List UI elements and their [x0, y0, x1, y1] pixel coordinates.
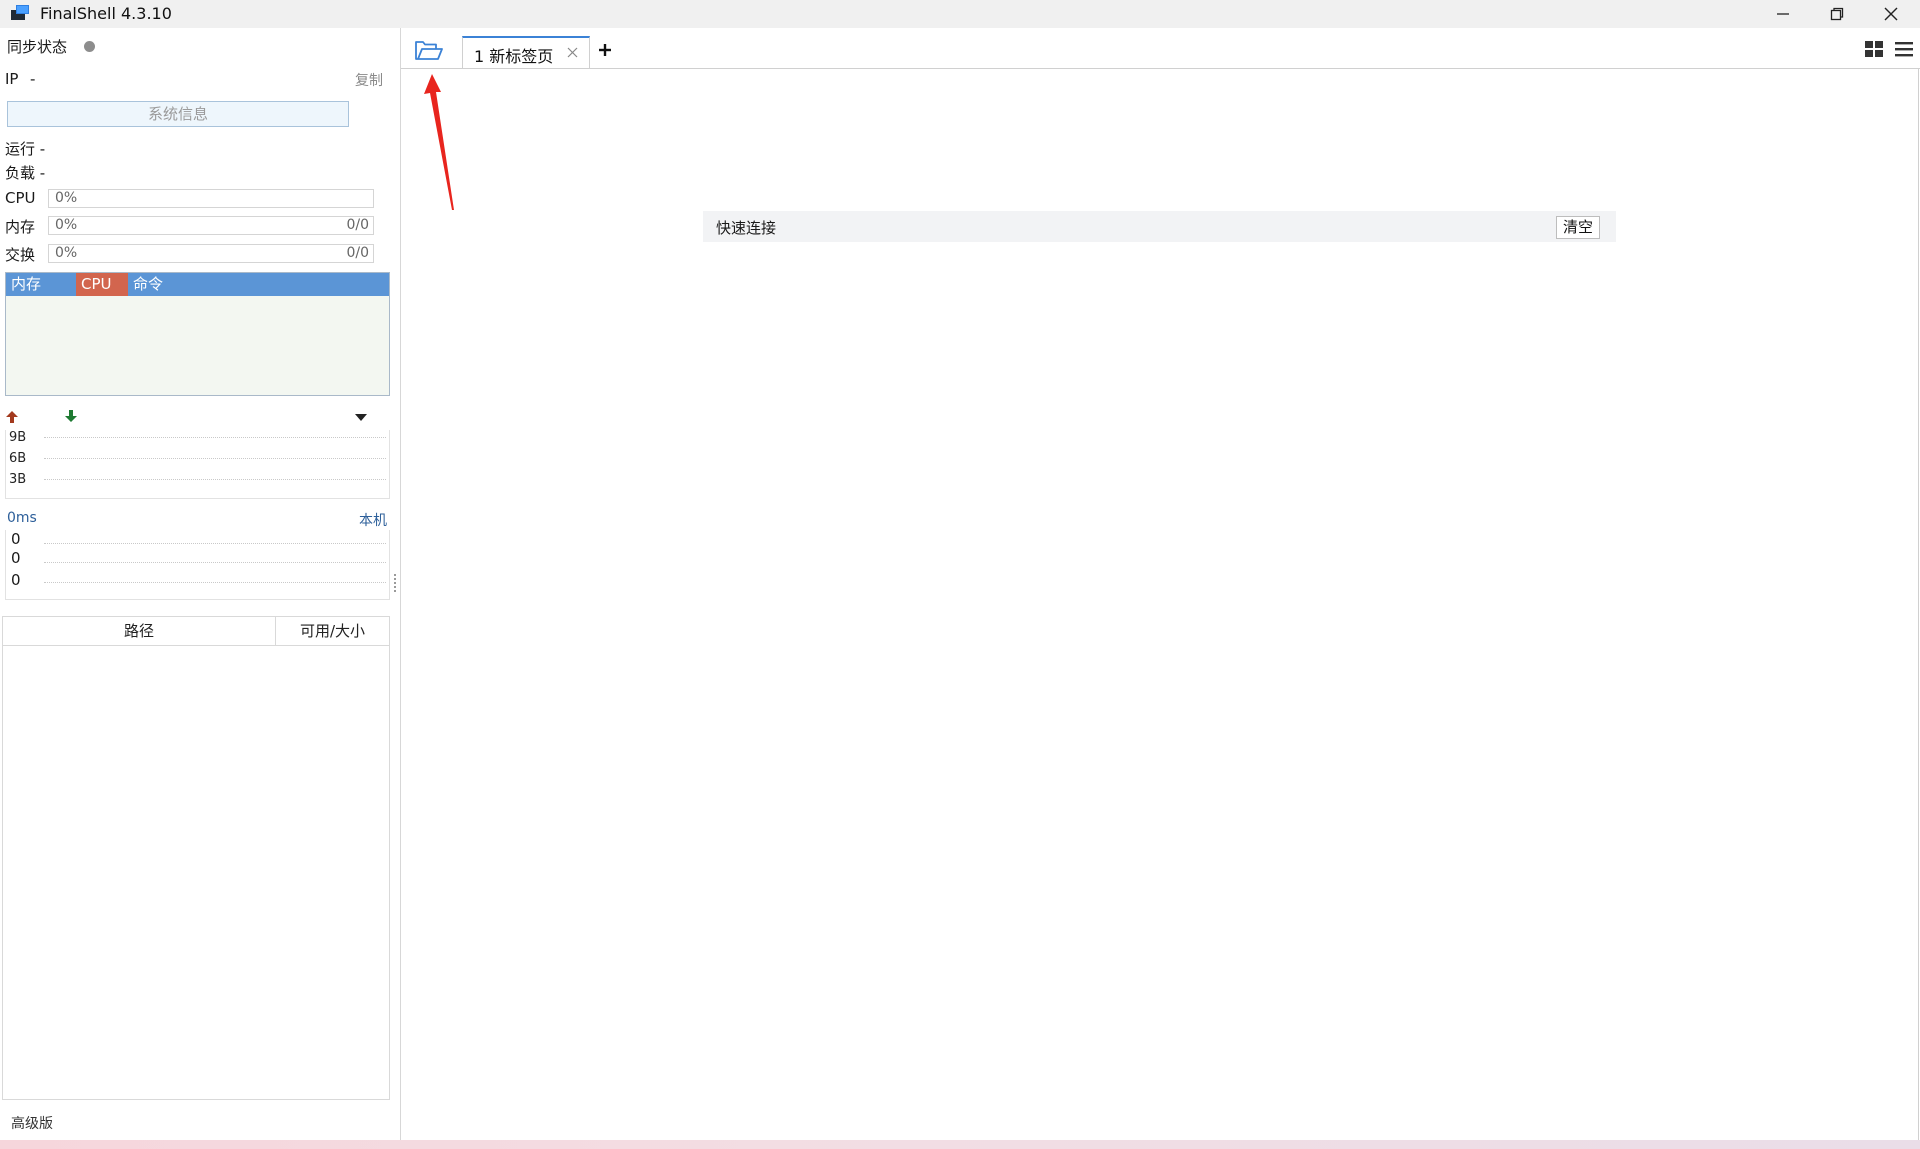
close-icon [1884, 7, 1898, 21]
restore-icon [1830, 7, 1844, 21]
net-gridline [44, 458, 386, 459]
latency-gridline [44, 543, 386, 544]
quick-connect-bar [703, 211, 1616, 242]
process-table: 内存 CPU 命令 [5, 272, 390, 396]
load-label: 负载 - [5, 164, 46, 182]
latency-value: 0ms [7, 510, 37, 526]
tab-new-tab[interactable]: 1 新标签页 [462, 36, 590, 68]
sync-status-indicator [84, 41, 95, 52]
download-arrow-icon [65, 410, 77, 422]
net-gridline [44, 479, 386, 480]
taskbar-strip [0, 1140, 1920, 1149]
swap-label: 交换 [5, 246, 36, 264]
disk-column-path[interactable]: 路径 [3, 617, 276, 646]
latency-graph [5, 530, 390, 600]
tab-sort-cpu[interactable]: CPU [76, 273, 128, 296]
copy-ip-link[interactable]: 复制 [355, 70, 383, 90]
main-menu-button[interactable] [1894, 40, 1914, 58]
swap-usage: 0/0 [346, 245, 369, 261]
net-tick-label: 9B [9, 430, 27, 445]
uptime-label: 运行 - [5, 140, 46, 158]
latency-gridline [44, 582, 386, 583]
quick-connect-label: 快速连接 [716, 219, 777, 237]
latency-gridline [44, 562, 386, 563]
mem-label: 内存 [5, 218, 36, 236]
system-info-button[interactable]: 系统信息 [7, 101, 349, 127]
main-panel-border [1918, 68, 1919, 1140]
clear-button[interactable]: 清空 [1556, 216, 1600, 239]
mem-meter: 0% 0/0 [48, 216, 374, 235]
folder-open-icon [415, 41, 443, 60]
net-gridline [44, 437, 386, 438]
tab-sort-memory[interactable]: 内存 [6, 273, 76, 296]
network-graph [5, 430, 390, 499]
minimize-button[interactable] [1756, 0, 1810, 28]
process-table-header: 内存 CPU 命令 [6, 273, 389, 296]
latency-row-value: 0 [11, 530, 21, 548]
swap-meter: 0% 0/0 [48, 244, 374, 263]
plus-icon [599, 44, 611, 56]
net-tick-label: 3B [9, 472, 27, 487]
layout-grid-button[interactable] [1864, 40, 1884, 58]
hamburger-menu-icon [1895, 42, 1913, 57]
grid-icon [1865, 41, 1883, 57]
tab-sort-command[interactable]: 命令 [128, 273, 389, 296]
ip-value: - [30, 70, 36, 88]
minimize-icon [1777, 13, 1789, 15]
tab-label: 1 新标签页 [474, 47, 554, 66]
window-title: FinalShell 4.3.10 [40, 4, 172, 23]
finalshell-logo-icon [11, 5, 29, 20]
disk-table: 路径 可用/大小 [2, 616, 390, 1100]
upload-arrow-icon [6, 411, 18, 423]
sidebar-resize-handle[interactable] [394, 574, 399, 592]
cpu-percent: 0% [55, 190, 78, 206]
mem-percent: 0% [55, 217, 78, 233]
cpu-label: CPU [5, 189, 36, 207]
title-bar: FinalShell 4.3.10 [0, 0, 1920, 28]
close-window-button[interactable] [1864, 0, 1918, 28]
network-interface-dropdown-icon[interactable] [354, 412, 368, 422]
edition-label: 高级版 [11, 1116, 53, 1132]
ip-label: IP [5, 70, 19, 88]
cpu-meter: 0% [48, 189, 374, 208]
latency-row-value: 0 [11, 571, 21, 589]
net-tick-label: 6B [9, 451, 27, 466]
restore-button[interactable] [1810, 0, 1864, 28]
annotation-arrow-icon [424, 74, 454, 210]
latency-row-value: 0 [11, 549, 21, 567]
mem-usage: 0/0 [346, 217, 369, 233]
tab-bar [401, 28, 1920, 69]
latency-host-link[interactable]: 本机 [359, 510, 387, 530]
add-tab-button[interactable] [597, 42, 613, 58]
sync-status-label: 同步状态 [7, 38, 68, 56]
open-connection-manager-button[interactable] [412, 36, 446, 66]
disk-column-size[interactable]: 可用/大小 [276, 617, 389, 646]
swap-percent: 0% [55, 245, 78, 261]
close-tab-icon[interactable] [567, 47, 578, 58]
